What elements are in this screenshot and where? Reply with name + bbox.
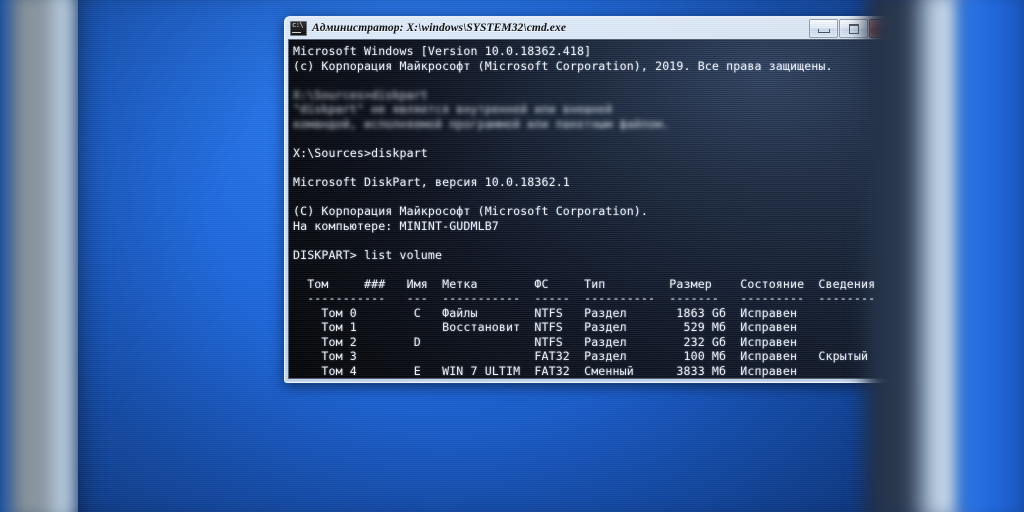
console-line-blurred: "diskpart" не является внутренней или вн… xyxy=(293,102,613,117)
maximize-button[interactable] xyxy=(839,18,868,38)
console-client-area: Microsoft Windows [Version 10.0.18362.41… xyxy=(288,39,916,379)
console-line: ----------- --- ----------- ----- ------… xyxy=(293,291,876,306)
cmd-icon xyxy=(290,20,307,36)
scroll-up-arrow-icon[interactable]: ^ xyxy=(900,40,915,54)
console-line: Том 4 E WIN 7 ULTIM FAT32 Сменный 3833 M… xyxy=(293,364,819,378)
console-line: Том 3 FAT32 Раздел 100 Mб Исправен Скрыт… xyxy=(293,349,869,364)
console-line: DISKPART> list volume xyxy=(293,247,443,262)
ambient-band-right-blue xyxy=(958,0,1024,512)
console-scrollbar[interactable]: ^ ˅ xyxy=(899,40,915,378)
ambient-band-left-grey xyxy=(10,0,66,512)
monitor-screen: Администратор: X:\windows\SYSTEM32\cmd.e… xyxy=(78,0,920,512)
console-line: (C) Корпорация Майкрософт (Microsoft Cor… xyxy=(293,204,649,219)
scroll-down-arrow-icon[interactable]: ˅ xyxy=(900,364,915,378)
photo-scene: Администратор: X:\windows\SYSTEM32\cmd.e… xyxy=(0,0,1024,512)
console-line: Том 0 C Файлы NTFS Раздел 1863 Gб Исправ… xyxy=(293,305,819,320)
close-button[interactable] xyxy=(869,18,915,38)
console-line: (c) Корпорация Майкрософт (Microsoft Cor… xyxy=(293,58,833,73)
window-title: Администратор: X:\windows\SYSTEM32\cmd.e… xyxy=(312,22,567,34)
ambient-band-left-blue xyxy=(0,0,16,512)
title-bar[interactable]: Администратор: X:\windows\SYSTEM32\cmd.e… xyxy=(285,17,919,39)
console-output: Microsoft Windows [Version 10.0.18362.41… xyxy=(289,40,899,378)
console-line: X:\Sources>diskpart xyxy=(293,145,428,160)
console-line: На компьютере: MININT-GUDMLB7 xyxy=(293,218,499,233)
command-prompt-window[interactable]: Администратор: X:\windows\SYSTEM32\cmd.e… xyxy=(284,16,920,383)
console-line: Microsoft Windows [Version 10.0.18362.41… xyxy=(293,44,592,58)
console-line: Microsoft DiskPart, версия 10.0.18362.1 xyxy=(293,174,570,189)
scrollbar-thumb[interactable] xyxy=(901,55,914,363)
console-line: Том 2 D NTFS Раздел 232 Gб Исправен xyxy=(293,334,819,349)
window-controls xyxy=(809,18,917,38)
console-line: Том 1 Восстановит NTFS Раздел 529 Mб Исп… xyxy=(293,320,819,335)
console-surface[interactable]: Microsoft Windows [Version 10.0.18362.41… xyxy=(289,40,899,378)
ambient-band-right-light xyxy=(920,0,966,512)
console-line: Том ### Имя Метка ФС Тип Размер Состояни… xyxy=(293,276,876,291)
console-line-blurred: X:\Sources>diskpart xyxy=(293,87,428,102)
console-line-blurred: командой, исполняемой программой или пак… xyxy=(293,116,670,131)
minimize-button[interactable] xyxy=(809,18,838,38)
ambient-band-left-light xyxy=(48,0,78,512)
